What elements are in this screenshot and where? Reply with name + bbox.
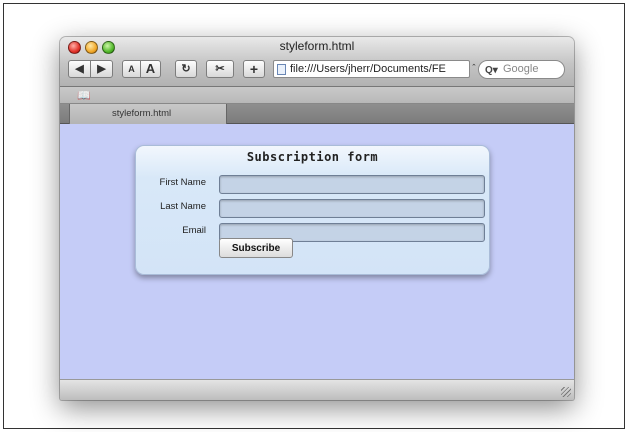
- back-button[interactable]: ◀: [68, 60, 91, 78]
- page-icon: [277, 64, 286, 75]
- search-placeholder: Google: [503, 63, 539, 75]
- tab-styleform[interactable]: styleform.html: [69, 104, 227, 124]
- tab-bar: styleform.html: [60, 104, 574, 124]
- status-bar: [60, 379, 574, 400]
- address-menu-icon[interactable]: ⌃: [471, 63, 477, 71]
- address-text: file:///Users/jherr/Documents/FE: [290, 63, 446, 75]
- book-icon[interactable]: 📖: [77, 89, 91, 102]
- email-label: Email: [182, 225, 206, 236]
- text-smaller-button[interactable]: A: [122, 60, 141, 78]
- search-icon[interactable]: Q▾: [485, 62, 498, 79]
- last-name-label: Last Name: [160, 201, 206, 212]
- form-title: Subscription form: [246, 150, 379, 164]
- web-clip-button[interactable]: ✂: [206, 60, 234, 78]
- bookmarks-bar: 📖: [60, 87, 574, 104]
- address-field[interactable]: file:///Users/jherr/Documents/FE: [273, 60, 470, 78]
- subscription-form: Subscription form First Name Last Name E…: [135, 145, 490, 275]
- title-bar: styleform.html ◀ ▶ A A ↻ ✂ + file:///Use…: [60, 37, 574, 87]
- page-content: Subscription form First Name Last Name E…: [60, 124, 574, 379]
- first-name-field[interactable]: [219, 175, 485, 194]
- reload-button[interactable]: ↻: [175, 60, 197, 78]
- add-bookmark-button[interactable]: +: [243, 60, 265, 78]
- window-title: styleform.html: [279, 39, 355, 53]
- browser-window: styleform.html ◀ ▶ A A ↻ ✂ + file:///Use…: [60, 37, 574, 400]
- subscribe-button[interactable]: Subscribe: [219, 238, 293, 258]
- first-name-label: First Name: [159, 177, 206, 188]
- resize-grip-icon[interactable]: [561, 387, 571, 397]
- forward-button[interactable]: ▶: [90, 60, 113, 78]
- search-input[interactable]: Q▾ Google: [478, 60, 565, 79]
- text-bigger-button[interactable]: A: [140, 60, 161, 78]
- last-name-field[interactable]: [219, 199, 485, 218]
